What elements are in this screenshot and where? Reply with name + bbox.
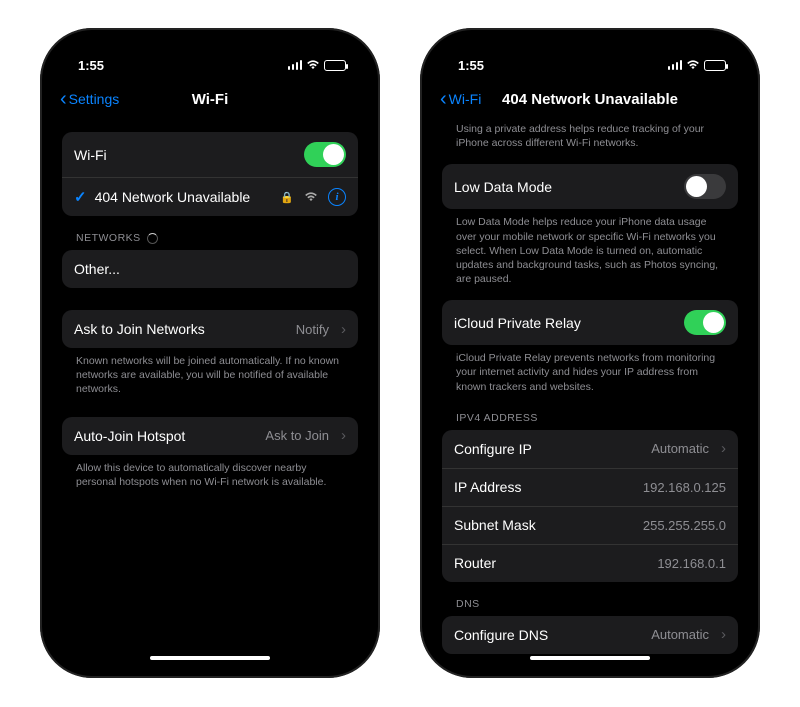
low-data-mode-row[interactable]: Low Data Mode — [442, 164, 738, 209]
ip-address-row: IP Address 192.168.0.125 — [442, 468, 738, 506]
info-icon[interactable]: i — [328, 188, 346, 206]
wifi-label: Wi-Fi — [74, 147, 107, 163]
wifi-signal-icon — [304, 192, 318, 202]
back-label: Wi-Fi — [449, 91, 482, 107]
connected-ssid: 404 Network Unavailable — [95, 189, 251, 205]
hotspot-value: Ask to Join — [265, 428, 329, 443]
router-row: Router 192.168.0.1 — [442, 544, 738, 582]
chevron-left-icon: ‹ — [60, 89, 67, 109]
home-indicator[interactable] — [530, 656, 650, 660]
ask-to-join-label: Ask to Join Networks — [74, 321, 205, 337]
ask-to-join-value: Notify — [296, 322, 329, 337]
lock-icon: 🔒 — [280, 191, 294, 204]
router-label: Router — [454, 555, 496, 571]
ldm-footer: Low Data Mode helps reduce your iPhone d… — [442, 209, 738, 288]
chevron-right-icon: › — [721, 440, 726, 457]
subnet-value: 255.255.255.0 — [643, 518, 726, 533]
ldm-label: Low Data Mode — [454, 179, 552, 195]
dns-header: DNS — [442, 582, 738, 614]
wifi-toggle-row[interactable]: Wi-Fi — [62, 132, 358, 177]
page-title: 404 Network Unavailable — [502, 91, 678, 108]
status-time: 1:55 — [78, 58, 104, 73]
connected-network-row[interactable]: ✓ 404 Network Unavailable 🔒 i — [62, 177, 358, 216]
back-button[interactable]: ‹ Wi-Fi — [440, 89, 481, 109]
page-title: Wi-Fi — [192, 91, 229, 108]
hotspot-footer: Allow this device to automatically disco… — [62, 455, 358, 491]
ldm-toggle[interactable] — [684, 174, 726, 199]
battery-icon — [324, 60, 346, 71]
configure-dns-row[interactable]: Configure DNS Automatic › — [442, 616, 738, 654]
private-address-footer: Using a private address helps reduce tra… — [442, 120, 738, 152]
router-value: 192.168.0.1 — [657, 556, 726, 571]
configure-ip-label: Configure IP — [454, 441, 532, 457]
chevron-right-icon: › — [341, 321, 346, 338]
spinner-icon — [147, 233, 158, 244]
other-label: Other... — [74, 261, 120, 277]
wifi-indicator-icon — [306, 60, 320, 70]
networks-header: NETWORKS — [62, 216, 358, 248]
nav-bar: ‹ Wi-Fi 404 Network Unavailable — [432, 80, 748, 118]
configure-ip-value: Automatic — [651, 441, 709, 456]
ipv4-header: IPV4 ADDRESS — [442, 396, 738, 428]
configure-ip-row[interactable]: Configure IP Automatic › — [442, 430, 738, 468]
dns-value: Automatic — [651, 627, 709, 642]
back-label: Settings — [69, 91, 120, 107]
hotspot-label: Auto-Join Hotspot — [74, 428, 185, 444]
phone-right: 1:55 ‹ Wi-Fi 404 Network Unavailable Usi… — [420, 28, 760, 678]
back-button[interactable]: ‹ Settings — [60, 89, 119, 109]
auto-join-hotspot-row[interactable]: Auto-Join Hotspot Ask to Join › — [62, 417, 358, 455]
subnet-label: Subnet Mask — [454, 517, 536, 533]
notch — [140, 40, 280, 64]
private-relay-row[interactable]: iCloud Private Relay — [442, 300, 738, 345]
battery-icon — [704, 60, 726, 71]
ip-value: 192.168.0.125 — [643, 480, 726, 495]
other-network-row[interactable]: Other... — [62, 250, 358, 288]
wifi-indicator-icon — [686, 60, 700, 70]
notch — [520, 40, 660, 64]
relay-label: iCloud Private Relay — [454, 315, 581, 331]
ask-to-join-row[interactable]: Ask to Join Networks Notify › — [62, 310, 358, 348]
ip-label: IP Address — [454, 479, 521, 495]
cellular-icon — [288, 60, 303, 70]
nav-bar: ‹ Settings Wi-Fi — [52, 80, 368, 118]
wifi-toggle[interactable] — [304, 142, 346, 167]
subnet-row: Subnet Mask 255.255.255.0 — [442, 506, 738, 544]
chevron-right-icon: › — [341, 427, 346, 444]
status-time: 1:55 — [458, 58, 484, 73]
dns-label: Configure DNS — [454, 627, 548, 643]
chevron-right-icon: › — [721, 626, 726, 643]
cellular-icon — [668, 60, 683, 70]
chevron-left-icon: ‹ — [440, 89, 447, 109]
relay-footer: iCloud Private Relay prevents networks f… — [442, 345, 738, 396]
home-indicator[interactable] — [150, 656, 270, 660]
checkmark-icon: ✓ — [74, 188, 87, 206]
ask-to-join-footer: Known networks will be joined automatica… — [62, 348, 358, 399]
phone-left: 1:55 ‹ Settings Wi-Fi Wi-Fi — [40, 28, 380, 678]
relay-toggle[interactable] — [684, 310, 726, 335]
